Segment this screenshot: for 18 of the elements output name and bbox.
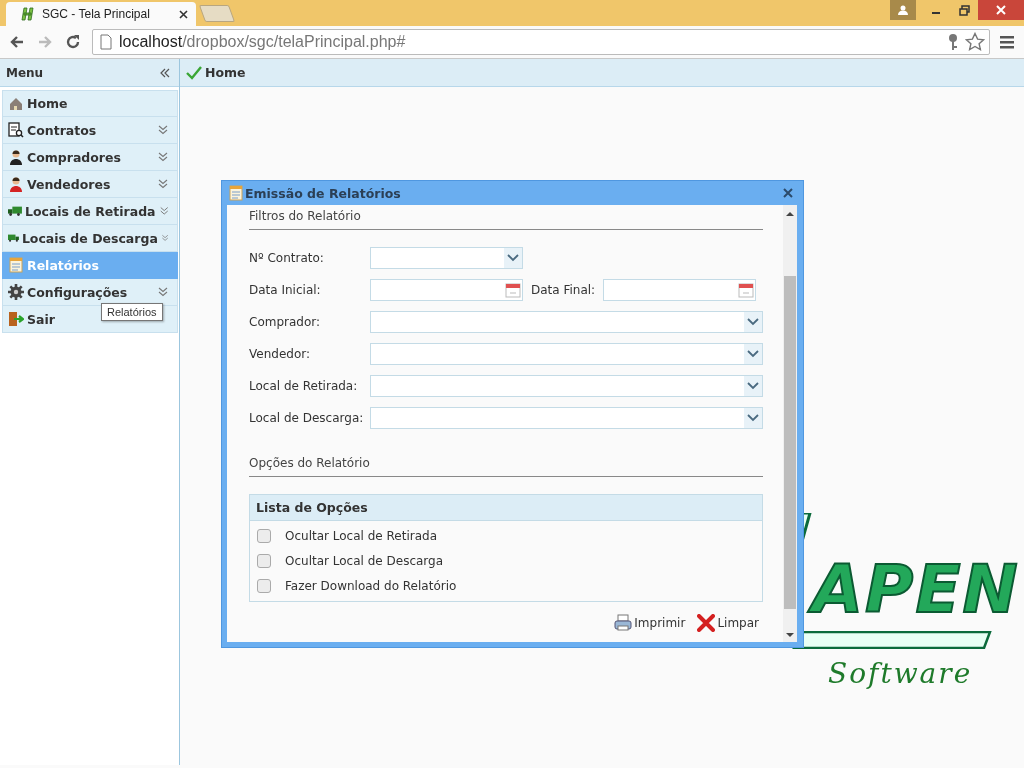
field-label: Data Inicial: [249, 283, 322, 297]
field-label: Data Final: [531, 283, 596, 297]
tab-title: SGC - Tela Principal [42, 7, 151, 21]
dialog-title: Emissão de Relatórios [245, 185, 401, 201]
field-label: Vendedor: [249, 347, 311, 361]
sidebar-title: Menu [6, 65, 44, 80]
option-label: Ocultar Local de Retirada [285, 528, 437, 543]
section-heading: Filtros do Relatório [249, 205, 763, 230]
option-label: Fazer Download do Relatório [285, 578, 457, 593]
field-label: Local de Retirada: [249, 379, 359, 393]
logo-tagline: Software [828, 657, 973, 691]
field-label: Local de Descarga: [249, 411, 365, 425]
field-label: Comprador: [249, 315, 322, 329]
option-label: Ocultar Local de Descarga [285, 553, 444, 568]
panel-title: Lista de Opções [250, 495, 762, 521]
field-label: Nº Contrato: [249, 251, 325, 265]
section-heading: Opções do Relatório [249, 452, 763, 477]
tooltip: Relatórios [101, 303, 163, 321]
